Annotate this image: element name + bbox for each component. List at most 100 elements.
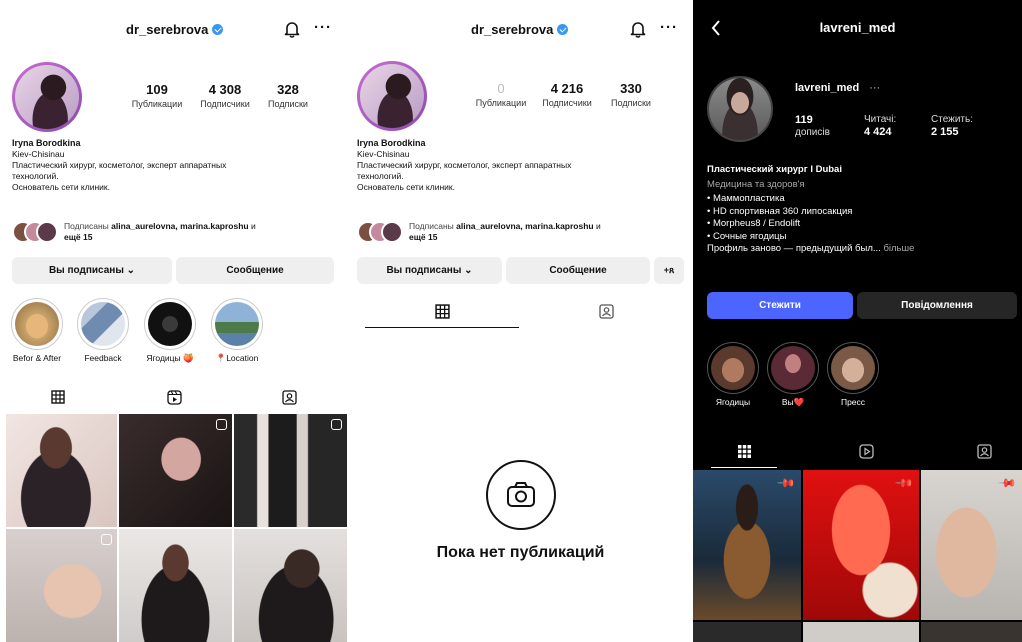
tab-grid[interactable] xyxy=(365,294,519,328)
stat-value: 109 xyxy=(146,82,168,97)
verified-badge-icon xyxy=(557,24,569,35)
bio-line: • HD спортивная 360 липосакция xyxy=(707,205,853,217)
more-options-icon[interactable]: ··· xyxy=(660,19,678,36)
stat-value: 0 xyxy=(497,81,505,96)
reel-icon xyxy=(216,419,227,430)
following-button[interactable]: Вы подписаны ⌄ xyxy=(12,257,172,284)
bio-more-link[interactable]: більше xyxy=(883,243,914,254)
followed-by-prefix: Подписаны xyxy=(409,221,454,231)
message-button[interactable]: Сообщение xyxy=(506,257,650,284)
stat-following[interactable]: 330 Подписки xyxy=(598,81,664,108)
post-thumbnail[interactable] xyxy=(234,529,347,642)
bio-category: Медицина та здоров'я xyxy=(707,178,805,190)
bell-icon[interactable] xyxy=(630,21,646,38)
bio-line: технологий. xyxy=(357,171,404,181)
pin-icon: 📌 xyxy=(776,472,797,494)
tab-reels[interactable] xyxy=(116,380,232,414)
username-text: dr_serebrova xyxy=(471,22,554,37)
stat-label: дописів xyxy=(795,127,830,138)
bio-line: Основатель сети клиник. xyxy=(357,182,455,192)
follow-button[interactable]: Стежити xyxy=(707,292,853,319)
post-thumbnail[interactable] xyxy=(6,414,117,527)
followed-by[interactable]: Подписаны alina_aurelovna, marina.kapros… xyxy=(357,221,682,243)
stat-followers[interactable]: Читачі: 4 424 xyxy=(864,114,920,138)
tagged-icon xyxy=(282,389,297,405)
post-thumbnail[interactable]: 📌 xyxy=(803,470,919,620)
post-thumbnail[interactable] xyxy=(921,622,1022,642)
highlight-befor-after[interactable]: Befor & After xyxy=(4,298,70,363)
stat-posts[interactable]: 0 Публикации xyxy=(468,81,534,108)
tagged-icon xyxy=(976,443,992,459)
avatar[interactable] xyxy=(12,62,82,132)
post-thumbnail[interactable]: 📌 xyxy=(693,470,801,620)
bio-line: • Сочные ягодицы xyxy=(707,230,787,242)
grid-icon xyxy=(434,303,450,319)
tab-grid[interactable] xyxy=(0,380,116,414)
tab-tagged[interactable] xyxy=(951,434,1017,468)
bell-icon[interactable] xyxy=(284,21,300,38)
tab-reels[interactable] xyxy=(833,434,899,468)
avatar[interactable] xyxy=(707,76,773,142)
active-tab-indicator xyxy=(711,466,777,468)
stat-label: Публикации xyxy=(475,98,527,108)
post-thumbnail[interactable] xyxy=(119,414,232,527)
highlight-yagoditsy[interactable]: Ягодицы 🍑 xyxy=(138,298,202,364)
stat-followers[interactable]: 4 216 Подписчики xyxy=(534,81,600,108)
highlight-yagoditsy[interactable]: Ягодицы xyxy=(705,342,761,407)
profile-name: Пластический хирург I Dubai xyxy=(707,164,842,175)
reels-icon xyxy=(858,443,874,459)
avatar[interactable] xyxy=(357,61,427,131)
followed-by-prefix: Подписаны xyxy=(64,221,109,231)
post-thumbnail[interactable] xyxy=(119,529,232,642)
profile-tabs xyxy=(0,380,347,414)
followed-by-avatars xyxy=(357,221,403,243)
highlight-label: Ягодицы 🍑 xyxy=(146,353,194,363)
highlight-label: Feedback xyxy=(84,353,122,363)
message-button[interactable]: Сообщение xyxy=(176,257,334,284)
empty-state: Пока нет публикаций xyxy=(351,460,690,562)
top-bar: dr_serebrova ··· xyxy=(0,14,347,46)
camera-icon xyxy=(485,460,556,530)
highlight-label: Ягодицы xyxy=(715,397,751,407)
more-options-icon[interactable]: ··· xyxy=(314,19,332,36)
highlight-press[interactable]: Пресс xyxy=(825,342,881,407)
bio-line: • Morpheus8 / Endolift xyxy=(707,218,801,229)
post-thumbnail[interactable] xyxy=(234,414,347,527)
highlight-feedback[interactable]: Feedback xyxy=(72,298,134,363)
post-thumbnail[interactable] xyxy=(693,622,801,642)
following-button[interactable]: Вы подписаны ⌄ xyxy=(357,257,502,284)
followed-by-more: ещё 15 xyxy=(409,232,438,242)
bio-line: Пластический хирург, косметолог, эксперт… xyxy=(12,160,227,170)
message-button[interactable]: Повідомлення xyxy=(857,292,1017,319)
grid-icon xyxy=(737,444,751,458)
verified-badge-icon xyxy=(212,24,224,35)
stat-following[interactable]: Стежить: 2 155 xyxy=(931,114,995,138)
followed-by[interactable]: Подписаны alina_aurelovna, marina.kapros… xyxy=(12,221,332,243)
add-person-button[interactable]: +ጸ xyxy=(654,257,684,284)
reels-icon xyxy=(166,389,182,405)
stat-posts[interactable]: 109 Публикации xyxy=(122,82,192,109)
tab-tagged[interactable] xyxy=(232,380,347,414)
highlight-vy[interactable]: Вы❤️ xyxy=(765,342,821,408)
followed-by-suffix: и xyxy=(595,221,601,231)
bio-location: Kiev-Chisinau xyxy=(12,149,65,159)
bio-line-last: Профиль заново — предыдущий был... більш… xyxy=(707,243,1012,256)
bio-line: Пластический хирург, косметолог, эксперт… xyxy=(357,160,572,170)
stat-posts[interactable]: 119 дописів xyxy=(795,114,841,138)
stat-followers[interactable]: 4 308 Подписчики xyxy=(190,82,260,109)
highlight-location[interactable]: 📍Location xyxy=(204,298,270,364)
tab-grid[interactable] xyxy=(711,434,777,468)
more-options-icon[interactable]: ··· xyxy=(869,82,880,94)
username-header[interactable]: dr_serebrova xyxy=(126,22,224,37)
stat-value: 2 155 xyxy=(931,126,959,138)
username-header[interactable]: dr_serebrova xyxy=(471,22,569,37)
stat-label: Подписчики xyxy=(542,98,592,108)
bio-line: Основатель сети клиник. xyxy=(12,182,110,192)
stat-label: Читачі: xyxy=(864,114,897,125)
post-thumbnail[interactable]: 📌 xyxy=(921,470,1022,620)
stat-following[interactable]: 328 Подписки xyxy=(252,82,324,109)
followed-by-avatars xyxy=(12,221,58,243)
post-thumbnail[interactable] xyxy=(803,622,919,642)
tab-tagged[interactable] xyxy=(529,294,683,328)
post-thumbnail[interactable] xyxy=(6,529,117,642)
